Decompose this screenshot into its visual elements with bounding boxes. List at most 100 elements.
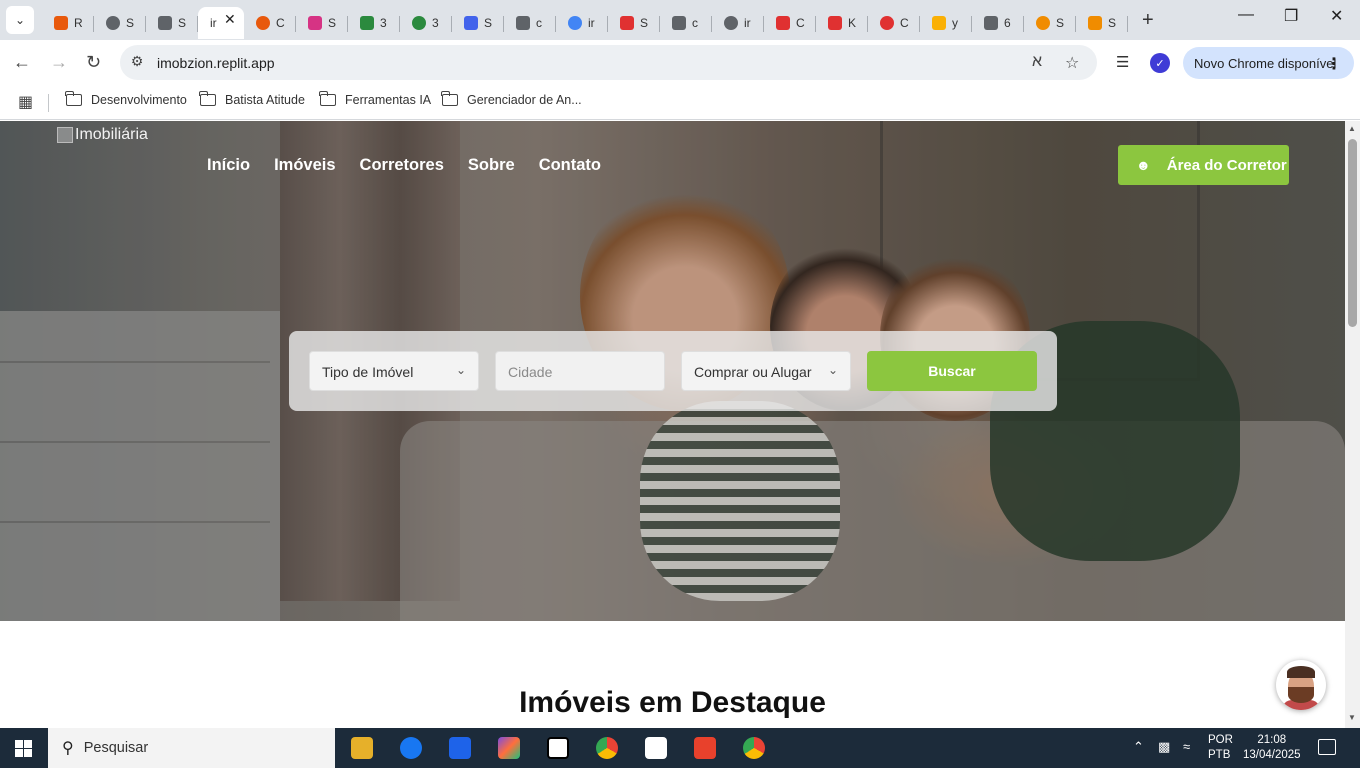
property-type-select[interactable]: Tipo de Imóvel ⌄ bbox=[309, 351, 479, 391]
browser-tab[interactable]: ir bbox=[712, 7, 764, 39]
taskbar-search[interactable]: ⚲ Pesquisar bbox=[48, 728, 335, 768]
nav-link-corretores[interactable]: Corretores bbox=[360, 156, 444, 175]
folder-icon bbox=[441, 91, 458, 106]
chrome-icon[interactable] bbox=[596, 737, 618, 759]
microsoft-365-icon[interactable] bbox=[498, 737, 520, 759]
new-tab-button[interactable]: + bbox=[1142, 9, 1154, 32]
clickup-icon[interactable] bbox=[645, 737, 667, 759]
browser-tab[interactable]: K bbox=[816, 7, 868, 39]
bookmark-folder[interactable]: Batista Atitude bbox=[199, 91, 305, 107]
search-button[interactable]: Buscar bbox=[867, 351, 1037, 391]
browser-tab[interactable]: R bbox=[42, 7, 94, 39]
folder-icon bbox=[319, 91, 336, 106]
browser-tab[interactable]: 3 bbox=[348, 7, 400, 39]
file-explorer-icon[interactable] bbox=[351, 737, 373, 759]
tab-title: ir bbox=[210, 16, 217, 30]
buy-or-rent-select[interactable]: Comprar ou Alugar ⌄ bbox=[681, 351, 851, 391]
app-launcher-icon[interactable] bbox=[449, 737, 471, 759]
tab-title: C bbox=[796, 16, 805, 30]
site-logo[interactable]: Imobiliária bbox=[57, 126, 148, 144]
browser-tab[interactable]: c bbox=[660, 7, 712, 39]
scroll-up-arrow-icon[interactable]: ▲ bbox=[1348, 124, 1356, 133]
facebook-icon[interactable] bbox=[400, 737, 422, 759]
notification-icon[interactable] bbox=[1318, 739, 1336, 755]
nav-link-imoveis[interactable]: Imóveis bbox=[274, 156, 335, 175]
scrollbar-thumb[interactable] bbox=[1348, 139, 1357, 327]
nav-link-contato[interactable]: Contato bbox=[539, 156, 601, 175]
browser-tab[interactable]: c bbox=[504, 7, 556, 39]
windows-taskbar: ⚲ Pesquisar ⌃ ▩ ≈ POR PTB 21:08 13/04/20… bbox=[0, 728, 1360, 768]
tab-favicon-icon bbox=[256, 16, 270, 30]
broker-area-button[interactable]: ☻ Área do Corretor bbox=[1118, 145, 1289, 185]
address-bar[interactable]: ⚙ imobzion.replit.app א ☆ bbox=[120, 45, 1097, 80]
url-text[interactable]: imobzion.replit.app bbox=[157, 55, 275, 71]
windows-start-button[interactable] bbox=[15, 740, 32, 757]
tray-chevron-up-icon[interactable]: ⌃ bbox=[1133, 739, 1144, 755]
forward-button[interactable]: → bbox=[50, 52, 68, 73]
meet-now-icon[interactable]: ▩ bbox=[1158, 739, 1170, 755]
browser-tab[interactable]: S bbox=[94, 7, 146, 39]
browser-tab[interactable]: C bbox=[244, 7, 296, 39]
restore-button[interactable]: ❐ bbox=[1284, 6, 1298, 26]
browser-tab[interactable]: S bbox=[1024, 7, 1076, 39]
tab-title: R bbox=[74, 16, 83, 30]
browser-tab[interactable]: C bbox=[764, 7, 816, 39]
tab-favicon-icon bbox=[932, 16, 946, 30]
system-clock[interactable]: 21:08 13/04/2025 bbox=[1243, 733, 1301, 763]
tab-favicon-icon bbox=[106, 16, 120, 30]
page-scrollbar[interactable]: ▲ ▼ bbox=[1345, 121, 1360, 728]
anydesk-icon[interactable] bbox=[694, 737, 716, 759]
browser-tab[interactable]: ir bbox=[556, 7, 608, 39]
browser-tab[interactable]: S bbox=[296, 7, 348, 39]
browser-tab[interactable]: 6 bbox=[972, 7, 1024, 39]
close-tab-icon[interactable]: ✕ bbox=[224, 11, 236, 28]
browser-tab[interactable]: S bbox=[146, 7, 198, 39]
bookmark-folder[interactable]: Ferramentas IA bbox=[319, 91, 432, 107]
wifi-icon[interactable]: ≈ bbox=[1183, 739, 1190, 754]
browser-tab[interactable]: C bbox=[868, 7, 920, 39]
nav-link-inicio[interactable]: Início bbox=[207, 156, 250, 175]
city-input[interactable]: Cidade bbox=[495, 351, 665, 391]
scroll-down-arrow-icon[interactable]: ▼ bbox=[1348, 713, 1356, 722]
browser-tab[interactable]: ir bbox=[198, 7, 244, 39]
notion-icon[interactable] bbox=[547, 737, 569, 759]
tab-search-button[interactable]: ⌄ bbox=[6, 6, 34, 34]
close-window-button[interactable]: ✕ bbox=[1330, 6, 1343, 26]
taskbar-search-placeholder: Pesquisar bbox=[83, 740, 149, 756]
main-nav: Início Imóveis Corretores Sobre Contato bbox=[207, 156, 601, 175]
bookmarks-divider bbox=[48, 94, 49, 112]
site-info-icon[interactable]: ⚙ bbox=[128, 53, 146, 71]
browser-tab[interactable]: 3 bbox=[400, 7, 452, 39]
tab-title: S bbox=[1108, 16, 1117, 30]
tab-favicon-icon bbox=[54, 16, 68, 30]
apps-grid-icon[interactable]: ▦ bbox=[18, 92, 33, 112]
browser-tab[interactable]: y bbox=[920, 7, 972, 39]
chrome-profile-icon[interactable] bbox=[729, 728, 779, 768]
chat-widget-avatar[interactable] bbox=[1276, 660, 1326, 710]
bookmark-folder[interactable]: Gerenciador de An... bbox=[441, 91, 582, 107]
browser-tab[interactable]: S bbox=[452, 7, 504, 39]
chevron-down-icon: ⌄ bbox=[14, 13, 26, 27]
browser-tab[interactable]: S bbox=[1076, 7, 1128, 39]
update-label: Novo Chrome disponível bbox=[1194, 55, 1337, 71]
media-controls-icon[interactable]: ☰ bbox=[1116, 53, 1129, 71]
featured-properties-title: Imóveis em Destaque bbox=[519, 686, 826, 719]
bookmark-star-icon[interactable]: ☆ bbox=[1065, 53, 1079, 73]
bookmark-label: Ferramentas IA bbox=[345, 93, 432, 107]
translate-icon[interactable]: א bbox=[1032, 53, 1042, 71]
browser-tab[interactable]: S bbox=[608, 7, 660, 39]
more-menu-icon[interactable]: ⋮ bbox=[1326, 54, 1342, 74]
minimize-button[interactable]: — bbox=[1238, 6, 1254, 24]
nav-link-sobre[interactable]: Sobre bbox=[468, 156, 515, 175]
update-chrome-button[interactable]: Novo Chrome disponível ⋮ bbox=[1183, 47, 1354, 79]
tab-favicon-icon bbox=[828, 16, 842, 30]
input-language[interactable]: POR PTB bbox=[1208, 733, 1233, 763]
property-search-panel: Tipo de Imóvel ⌄ Cidade Comprar ou Aluga… bbox=[289, 331, 1057, 411]
back-button[interactable]: ← bbox=[13, 52, 31, 73]
reload-button[interactable]: ↻ bbox=[86, 52, 101, 73]
language-code: POR bbox=[1208, 734, 1233, 746]
profile-avatar[interactable]: ✓ bbox=[1150, 53, 1170, 73]
tab-title: K bbox=[848, 16, 857, 30]
bookmark-folder[interactable]: Desenvolvimento bbox=[65, 91, 187, 107]
web-page: Imobiliária Início Imóveis Corretores So… bbox=[0, 121, 1345, 728]
